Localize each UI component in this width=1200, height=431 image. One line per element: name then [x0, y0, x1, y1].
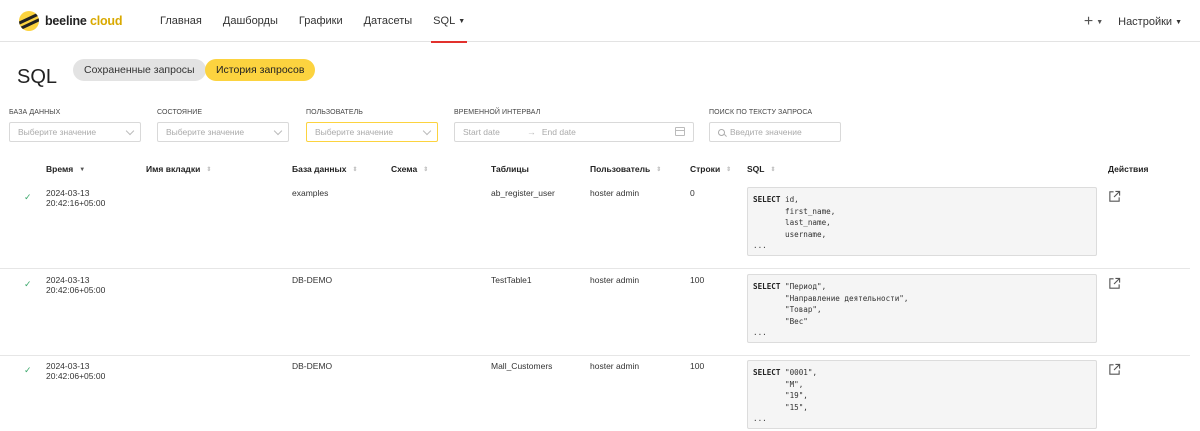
sort-icon: ⇕ — [656, 167, 662, 173]
row-time: 20:42:06+05:00 — [46, 285, 106, 295]
nav-item-home[interactable]: Главная — [160, 15, 202, 27]
filter-label: Поиск по тексту запроса — [709, 109, 813, 116]
row-divider — [0, 355, 1190, 356]
filter-label: Состояние — [157, 109, 203, 116]
sort-icon: ⇕ — [206, 167, 212, 173]
calendar-icon — [675, 127, 685, 136]
filter-interval: Временной интервал Start date → End date — [454, 109, 694, 142]
filter-label: Пользователь — [306, 109, 363, 116]
chevron-down-icon — [422, 126, 432, 136]
nav-item-charts[interactable]: Графики — [299, 15, 343, 27]
row-date: 2024-03-13 — [46, 361, 90, 371]
sort-icon: ⇕ — [352, 167, 358, 173]
open-external-icon[interactable] — [1108, 363, 1121, 376]
database-select[interactable]: Выберите значение — [9, 122, 141, 142]
tab-saved-queries[interactable]: Сохраненные запросы — [73, 59, 206, 81]
row-tables: TestTable1 — [491, 275, 532, 285]
row-user: hoster admin — [590, 361, 640, 371]
sort-desc-icon: ▼ — [79, 167, 86, 173]
filter-label: Временной интервал — [454, 109, 541, 116]
sql-preview[interactable]: SELECT "0001", "M", "19", "15", ... — [747, 360, 1097, 429]
column-header-sql[interactable]: SQL ⇕ — [747, 164, 776, 174]
brand-logo[interactable]: beeline cloud — [19, 11, 123, 31]
top-navbar: beeline cloud Главная Дашборды Графики Д… — [0, 0, 1200, 43]
column-header-database[interactable]: База данных ⇕ — [292, 164, 358, 174]
main-nav: Главная Дашборды Графики Датасеты SQL ▼ — [160, 15, 486, 43]
add-menu-button[interactable]: + — [1084, 13, 1093, 31]
column-header-rows[interactable]: Строки ⇕ — [690, 164, 731, 174]
nav-item-dashboards[interactable]: Дашборды — [223, 15, 278, 27]
column-header-time[interactable]: Время ▼ — [46, 164, 85, 174]
success-check-icon: ✓ — [24, 279, 32, 289]
filter-label: База данных — [9, 109, 61, 116]
beeline-logo-icon — [19, 11, 39, 31]
date-range-picker[interactable]: Start date → End date — [454, 122, 694, 142]
column-header-user[interactable]: Пользователь ⇕ — [590, 164, 661, 174]
filter-search: Поиск по тексту запроса Введите значение — [709, 109, 841, 142]
brand-name: beeline cloud — [45, 14, 123, 28]
search-input[interactable]: Введите значение — [709, 122, 841, 142]
sql-preview[interactable]: SELECT id, first_name, last_name, userna… — [747, 187, 1097, 256]
success-check-icon: ✓ — [24, 365, 32, 375]
row-time: 20:42:06+05:00 — [46, 371, 106, 381]
chevron-down-icon — [125, 126, 135, 136]
row-date: 2024-03-13 — [46, 188, 90, 198]
chevron-down-icon: ▼ — [1096, 18, 1104, 26]
chevron-down-icon: ▼ — [458, 18, 466, 25]
settings-menu[interactable]: Настройки ▼ — [1118, 16, 1182, 28]
end-date-input[interactable]: End date — [542, 123, 576, 141]
column-header-tab-name[interactable]: Имя вкладки ⇕ — [146, 164, 211, 174]
column-header-actions: Действия — [1108, 164, 1149, 174]
chevron-down-icon — [273, 126, 283, 136]
row-database: DB-DEMO — [292, 361, 333, 371]
row-rows: 100 — [690, 361, 705, 371]
column-header-schema[interactable]: Схема ⇕ — [391, 164, 428, 174]
page-title: SQL — [17, 66, 58, 88]
row-user: hoster admin — [590, 188, 640, 198]
row-tables: ab_register_user — [491, 188, 555, 198]
row-tables: Mall_Customers — [491, 361, 553, 371]
state-select[interactable]: Выберите значение — [157, 122, 289, 142]
column-header-tables: Таблицы — [491, 164, 529, 174]
nav-item-datasets[interactable]: Датасеты — [364, 15, 413, 27]
row-time: 20:42:16+05:00 — [46, 198, 106, 208]
sort-icon: ⇕ — [423, 167, 429, 173]
tab-query-history[interactable]: История запросов — [205, 59, 316, 81]
row-rows: 0 — [690, 188, 695, 198]
search-icon — [718, 129, 725, 136]
open-external-icon[interactable] — [1108, 190, 1121, 203]
sql-preview[interactable]: SELECT "Период", "Направление деятельнос… — [747, 274, 1097, 343]
nav-item-sql[interactable]: SQL ▼ — [431, 15, 468, 43]
row-date: 2024-03-13 — [46, 275, 90, 285]
row-divider — [0, 268, 1190, 269]
filter-state: Состояние Выберите значение — [157, 109, 289, 142]
sort-icon: ⇕ — [726, 167, 732, 173]
user-select[interactable]: Выберите значение — [306, 122, 438, 142]
success-check-icon: ✓ — [24, 192, 32, 202]
filter-user: Пользователь Выберите значение — [306, 109, 438, 142]
row-database: DB-DEMO — [292, 275, 333, 285]
row-rows: 100 — [690, 275, 705, 285]
arrow-right-icon: → — [526, 127, 536, 137]
start-date-input[interactable]: Start date — [463, 123, 500, 141]
chevron-down-icon: ▼ — [1175, 19, 1182, 26]
row-user: hoster admin — [590, 275, 640, 285]
sort-icon: ⇕ — [770, 167, 776, 173]
row-database: examples — [292, 188, 329, 198]
filter-database: База данных Выберите значение — [9, 109, 141, 142]
nav-right: + ▼ Настройки ▼ — [1084, 13, 1182, 31]
open-external-icon[interactable] — [1108, 277, 1121, 290]
